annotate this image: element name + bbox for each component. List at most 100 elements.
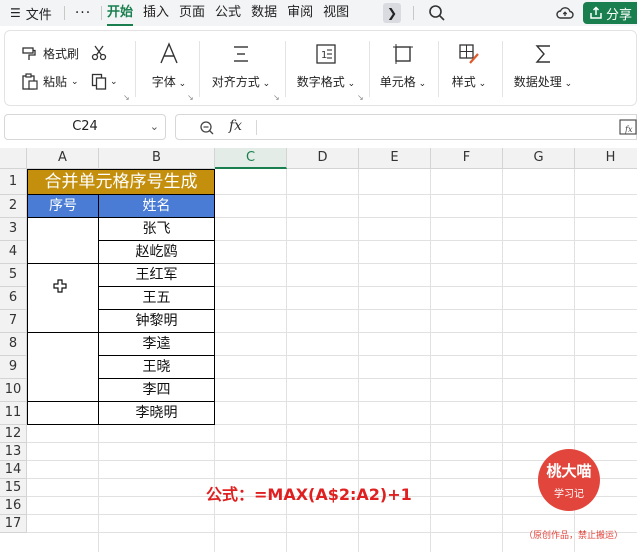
row-header-14[interactable]: 14 xyxy=(0,461,27,479)
formula-expand-icon[interactable]: fx xyxy=(619,119,637,136)
name-cell[interactable]: 李晓明 xyxy=(99,402,215,425)
tab-home[interactable]: 开始 xyxy=(102,0,138,26)
font-label: 字体 xyxy=(151,75,176,89)
row-header-7[interactable]: 7 xyxy=(0,310,27,333)
row-header-1[interactable]: 1 xyxy=(0,169,27,195)
header-name-cell[interactable]: 姓名 xyxy=(99,195,215,218)
formula-input[interactable]: fx fx xyxy=(175,114,637,140)
number-format-group-button[interactable]: 1 数字格式 ⌄ xyxy=(292,41,360,90)
row-header-6[interactable]: 6 xyxy=(0,287,27,310)
row-header-8[interactable]: 8 xyxy=(0,333,27,356)
tab-insert[interactable]: 插入 xyxy=(138,0,174,26)
name-cell[interactable]: 钟黎明 xyxy=(99,310,215,333)
watermark-logo: 桃大喵 学习记 xyxy=(538,449,600,511)
paste-button[interactable]: 粘贴 ⌄ xyxy=(21,73,79,90)
ribbon-divider xyxy=(502,41,503,97)
cell-group-button[interactable]: 单元格 ⌄ xyxy=(375,41,431,90)
chevron-right-icon[interactable]: ❯ xyxy=(383,3,401,23)
tab-formula[interactable]: 公式 xyxy=(210,0,246,26)
name-box[interactable]: C24 ⌄ xyxy=(4,114,166,140)
column-header-h[interactable]: H xyxy=(575,148,637,169)
cell-label: 单元格 xyxy=(379,75,416,89)
seq-merged-cell[interactable] xyxy=(27,333,99,402)
cut-icon[interactable] xyxy=(91,45,107,61)
style-group-button[interactable]: 样式 ⌄ xyxy=(445,41,493,90)
tab-page[interactable]: 页面 xyxy=(174,0,210,26)
row-header-10[interactable]: 10 xyxy=(0,379,27,402)
tab-data[interactable]: 数据 xyxy=(246,0,282,26)
data-process-group-button[interactable]: 数据处理 ⌄ xyxy=(511,41,575,90)
hamburger-icon: ☰ xyxy=(10,6,21,20)
cell-cursor-icon xyxy=(53,279,67,293)
expand-corner-icon[interactable]: ↘ xyxy=(357,93,364,102)
seq-merged-cell[interactable] xyxy=(27,264,99,333)
align-icon xyxy=(234,46,248,62)
row-header-11[interactable]: 11 xyxy=(0,402,27,425)
chevron-down-icon[interactable]: ⌄ xyxy=(150,115,159,139)
row-header-16[interactable]: 16 xyxy=(0,497,27,515)
cell-icon xyxy=(393,44,413,64)
row-header-12[interactable]: 12 xyxy=(0,425,27,443)
name-cell[interactable]: 张飞 xyxy=(99,218,215,241)
expand-corner-icon[interactable]: ↘ xyxy=(123,93,130,102)
column-header-c[interactable]: C xyxy=(215,148,287,169)
cloud-sync-icon[interactable] xyxy=(556,4,574,22)
column-header-f[interactable]: F xyxy=(431,148,503,169)
seq-merged-cell[interactable] xyxy=(27,402,99,425)
paste-icon xyxy=(22,73,38,90)
svg-text:1: 1 xyxy=(321,50,327,61)
format-painter-button[interactable]: 格式刷 xyxy=(21,45,79,62)
column-header-b[interactable]: B xyxy=(99,148,215,169)
chevron-down-icon: ⌄ xyxy=(110,76,118,87)
name-cell[interactable]: 李逵 xyxy=(99,333,215,356)
expand-corner-icon[interactable]: ↘ xyxy=(273,93,280,102)
name-cell[interactable]: 王红军 xyxy=(99,264,215,287)
style-label: 样式 xyxy=(451,75,476,89)
grid-column-line xyxy=(502,169,503,552)
row-header-13[interactable]: 13 xyxy=(0,443,27,461)
file-menu[interactable]: ☰ 文件 xyxy=(0,4,64,23)
ribbon-divider xyxy=(369,41,370,97)
align-label: 对齐方式 xyxy=(211,75,260,89)
column-header-e[interactable]: E xyxy=(359,148,431,169)
row-header-15[interactable]: 15 xyxy=(0,479,27,497)
name-cell[interactable]: 王晓 xyxy=(99,356,215,379)
font-group-button[interactable]: 字体 ⌄ xyxy=(147,41,191,90)
share-button[interactable]: 分享 xyxy=(583,2,637,24)
number-format-label: 数字格式 xyxy=(296,75,345,89)
name-cell[interactable]: 李四 xyxy=(99,379,215,402)
name-cell[interactable]: 王五 xyxy=(99,287,215,310)
chevron-down-icon: ⌄ xyxy=(71,76,79,87)
table-title-cell[interactable]: 合并单元格序号生成 xyxy=(27,169,215,195)
column-header-d[interactable]: D xyxy=(287,148,359,169)
sigma-icon xyxy=(535,45,550,63)
seq-merged-cell[interactable] xyxy=(27,218,99,264)
row-header-4[interactable]: 4 xyxy=(0,241,27,264)
ribbon-divider xyxy=(438,41,439,97)
select-all-corner[interactable] xyxy=(0,148,27,169)
name-cell[interactable]: 赵屹鸥 xyxy=(99,241,215,264)
tab-view[interactable]: 视图 xyxy=(318,0,354,26)
name-box-value: C24 xyxy=(72,119,98,134)
expand-corner-icon[interactable]: ↘ xyxy=(187,93,194,102)
search-icon[interactable] xyxy=(428,4,446,22)
copy-icon xyxy=(91,73,107,90)
header-seq-cell[interactable]: 序号 xyxy=(27,195,99,218)
paste-label: 粘贴 xyxy=(43,75,68,89)
zoom-icon[interactable] xyxy=(199,120,215,136)
row-header-9[interactable]: 9 xyxy=(0,356,27,379)
copy-button[interactable]: ⌄ xyxy=(91,73,118,90)
row-header-3[interactable]: 3 xyxy=(0,218,27,241)
column-header-a[interactable]: A xyxy=(27,148,99,169)
fx-label[interactable]: fx xyxy=(229,118,242,134)
column-header-g[interactable]: G xyxy=(503,148,575,169)
row-header-17[interactable]: 17 xyxy=(0,515,27,533)
grid-column-line xyxy=(430,169,431,552)
style-brush-icon xyxy=(459,44,479,64)
row-header-5[interactable]: 5 xyxy=(0,264,27,287)
tab-review[interactable]: 审阅 xyxy=(282,0,318,26)
font-icon xyxy=(160,42,178,64)
align-group-button[interactable]: 对齐方式 ⌄ xyxy=(207,41,275,90)
more-menu-button[interactable]: ··· xyxy=(65,5,101,21)
row-header-2[interactable]: 2 xyxy=(0,195,27,218)
